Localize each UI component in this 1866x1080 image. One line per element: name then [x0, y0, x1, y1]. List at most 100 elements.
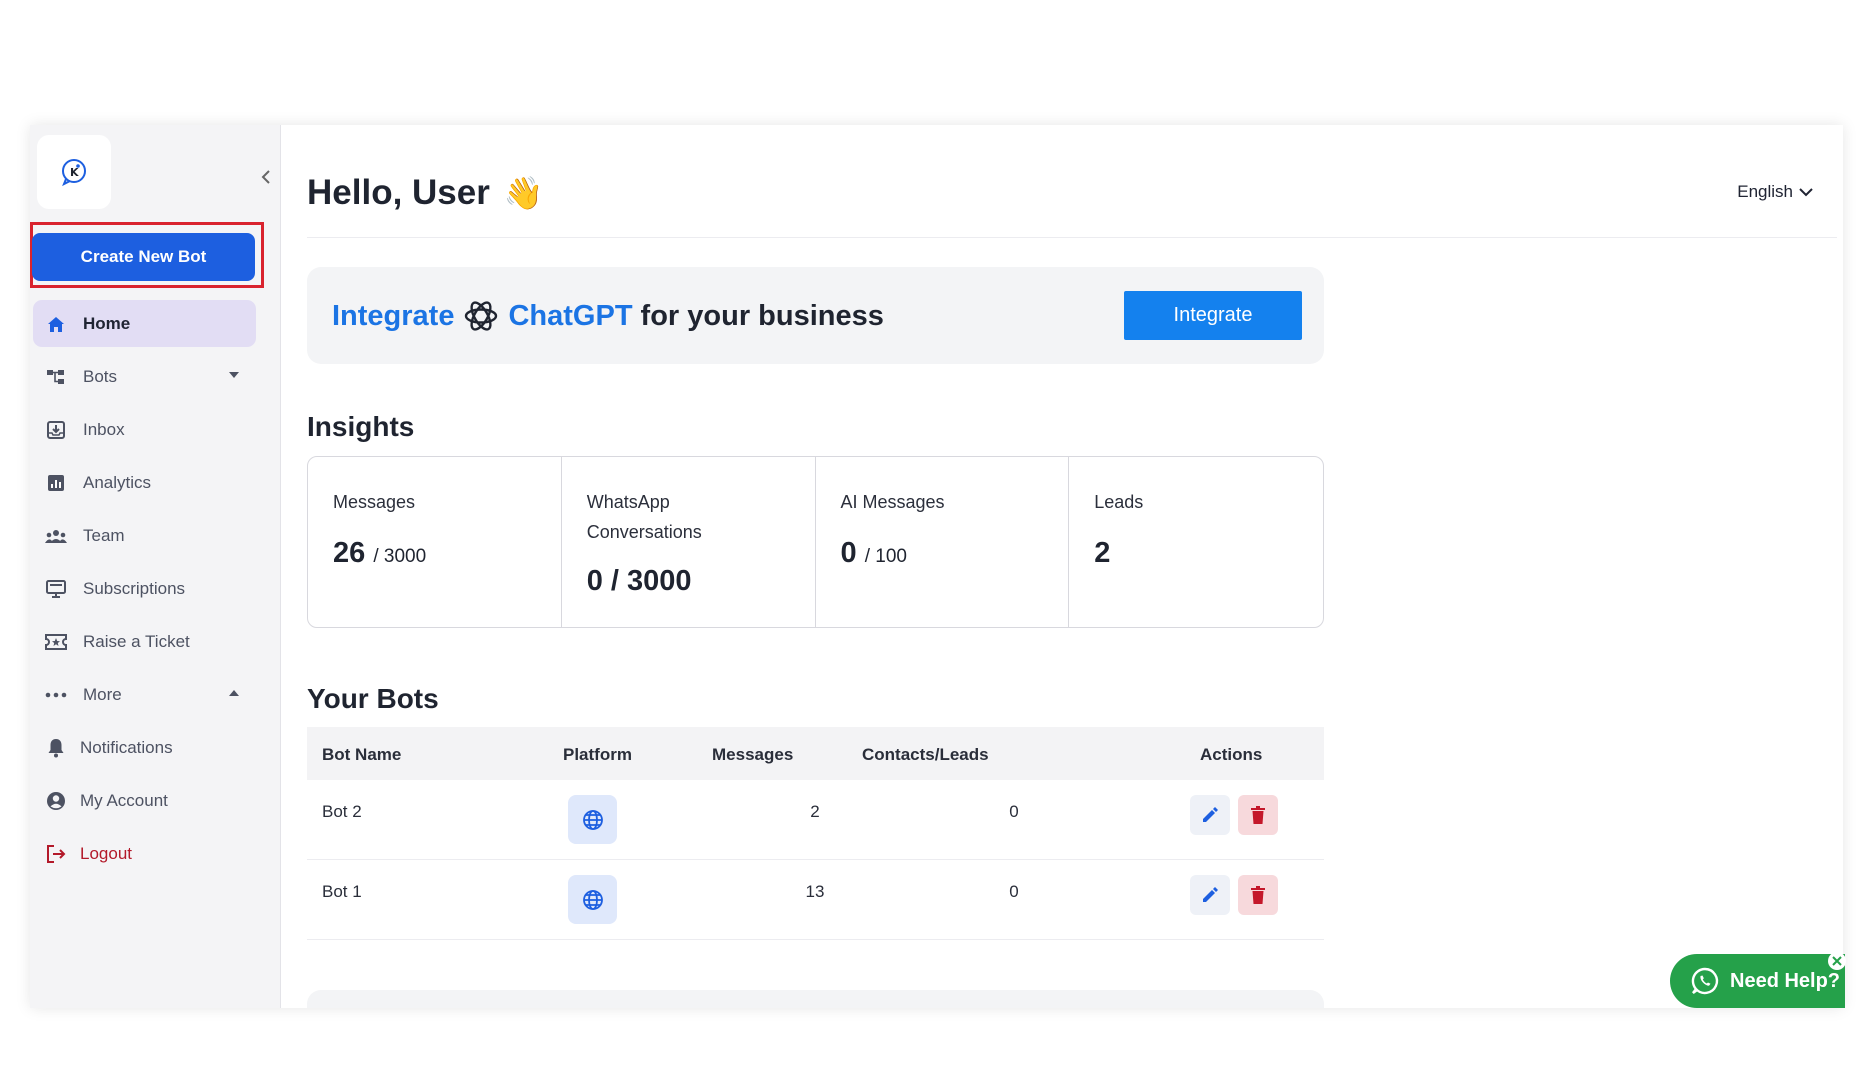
banner-rest-text: for your business — [640, 299, 884, 332]
column-header-platform: Platform — [563, 745, 632, 764]
table-row[interactable]: Bot 2 2 0 — [307, 780, 1324, 860]
insight-value-limit: / 100 — [864, 546, 907, 567]
collapse-sidebar-button[interactable] — [256, 167, 276, 187]
create-new-bot-button[interactable]: Create New Bot — [32, 233, 255, 281]
insight-card-ai-messages: AI Messages 0 / 100 — [816, 457, 1070, 627]
sidebar-item-raise-ticket[interactable]: Raise a Ticket — [33, 618, 256, 665]
sidebar-item-label: Logout — [80, 844, 132, 863]
messages-cell: 13 — [805, 882, 825, 901]
your-bots-title: Your Bots — [307, 683, 439, 714]
column-header-bot-name: Bot Name — [322, 745, 402, 764]
trash-icon — [1251, 806, 1265, 824]
sidebar-item-label: Raise a Ticket — [83, 632, 190, 651]
sidebar-item-label: Subscriptions — [83, 579, 186, 598]
edit-bot-button[interactable] — [1190, 875, 1230, 915]
insight-value-number: 0 / 3000 — [586, 565, 692, 597]
insight-value-number: 0 — [840, 537, 857, 569]
inbox-icon — [45, 419, 67, 441]
caret-down-icon — [226, 367, 242, 383]
bell-icon — [45, 737, 67, 759]
logout-icon — [45, 843, 67, 865]
sidebar-item-label: Team — [83, 526, 125, 545]
sidebar-item-logout[interactable]: Logout — [33, 830, 256, 877]
language-select[interactable]: English — [1737, 182, 1813, 202]
bot-name-cell[interactable]: Bot 2 — [322, 802, 362, 822]
sidebar-item-analytics[interactable]: Analytics — [33, 459, 256, 506]
messages-cell: 2 — [810, 802, 820, 821]
banner-integrate-word: Integrate — [332, 299, 455, 332]
insight-card-whatsapp: WhatsApp Conversations 0 / 3000 — [562, 457, 816, 627]
column-header-contacts: Contacts/Leads — [862, 745, 989, 764]
logo-icon: K — [62, 159, 86, 187]
insight-value-limit: / 3000 — [373, 546, 427, 567]
sidebar-item-home[interactable]: Home — [33, 300, 256, 347]
insights-grid: Messages 26 / 3000 WhatsApp Conversation… — [307, 456, 1324, 628]
sidebar-item-bots[interactable]: Bots — [33, 353, 256, 400]
globe-icon — [582, 809, 603, 830]
chatgpt-banner: Integrate ChatGPT for your business Inte… — [307, 267, 1324, 364]
delete-bot-button[interactable] — [1238, 875, 1278, 915]
insight-card-messages: Messages 26 / 3000 — [308, 457, 562, 627]
page-title: Hello, User 👋 — [307, 173, 544, 213]
insight-value-number: 2 — [1094, 537, 1111, 569]
sidebar-item-my-account[interactable]: My Account — [33, 777, 256, 824]
delete-bot-button[interactable] — [1238, 795, 1278, 835]
contacts-cell: 0 — [1009, 802, 1019, 821]
bot-name-cell[interactable]: Bot 1 — [322, 882, 362, 902]
sidebar-item-more[interactable]: More — [33, 671, 256, 718]
account-icon — [45, 790, 67, 812]
svg-text:K: K — [70, 166, 79, 179]
insight-value: 0 / 3000 — [587, 565, 692, 598]
ticket-icon — [45, 631, 67, 653]
sidebar-item-label: My Account — [80, 791, 168, 810]
home-icon — [45, 313, 67, 335]
need-help-button[interactable]: Need Help? — [1670, 954, 1845, 1008]
trash-icon — [1251, 886, 1265, 904]
insight-value: 26 / 3000 — [333, 537, 426, 570]
insight-label: WhatsApp Conversations — [586, 492, 702, 542]
sidebar-item-label: Home — [83, 314, 131, 333]
table-row[interactable]: Bot 1 13 0 — [307, 860, 1324, 940]
sidebar-item-notifications[interactable]: Notifications — [33, 724, 256, 771]
chevron-down-icon — [1799, 187, 1813, 196]
caret-up-icon — [226, 685, 242, 701]
close-help-button[interactable] — [1828, 952, 1846, 970]
chevron-left-icon — [261, 170, 270, 184]
subscriptions-icon — [45, 578, 67, 600]
integrate-button[interactable]: Integrate — [1124, 291, 1302, 340]
insight-value-number: 26 — [333, 537, 366, 569]
bottom-card-partial — [307, 990, 1324, 1008]
more-icon — [45, 684, 67, 706]
app-window: K Create New Bot Home Bots Inbox Analyti… — [30, 125, 1843, 1008]
platform-web-badge[interactable] — [568, 795, 617, 844]
sidebar-item-team[interactable]: Team — [33, 512, 256, 559]
openai-logo-icon — [465, 301, 498, 331]
sidebar-item-subscriptions[interactable]: Subscriptions — [33, 565, 256, 612]
insight-value: 0 / 100 — [841, 537, 907, 570]
table-header: Bot Name Platform Messages Contacts/Lead… — [307, 727, 1324, 780]
language-label: English — [1737, 182, 1793, 201]
platform-web-badge[interactable] — [568, 875, 617, 924]
wave-emoji: 👋 — [503, 175, 544, 211]
insight-label: Messages — [333, 492, 416, 512]
close-icon — [1832, 956, 1842, 966]
globe-icon — [582, 889, 603, 910]
column-header-actions: Actions — [1200, 745, 1263, 764]
column-header-messages: Messages — [712, 745, 794, 764]
need-help-label: Need Help? — [1730, 969, 1841, 992]
logo[interactable]: K — [37, 135, 111, 209]
main-content: Hello, User 👋 English Integrate ChatGPT … — [281, 125, 1843, 1008]
insight-card-leads: Leads 2 — [1069, 457, 1323, 627]
team-icon — [45, 525, 67, 547]
greeting-text: Hello, User — [307, 173, 490, 212]
header-divider — [307, 237, 1837, 238]
sidebar-item-label: Bots — [83, 367, 118, 386]
sidebar-item-label: More — [83, 685, 122, 704]
sidebar-item-inbox[interactable]: Inbox — [33, 406, 256, 453]
insight-label: AI Messages — [840, 492, 945, 512]
analytics-icon — [45, 472, 67, 494]
pencil-icon — [1203, 887, 1218, 902]
edit-bot-button[interactable] — [1190, 795, 1230, 835]
whatsapp-icon — [1691, 967, 1719, 995]
sidebar-item-label: Notifications — [80, 738, 173, 757]
